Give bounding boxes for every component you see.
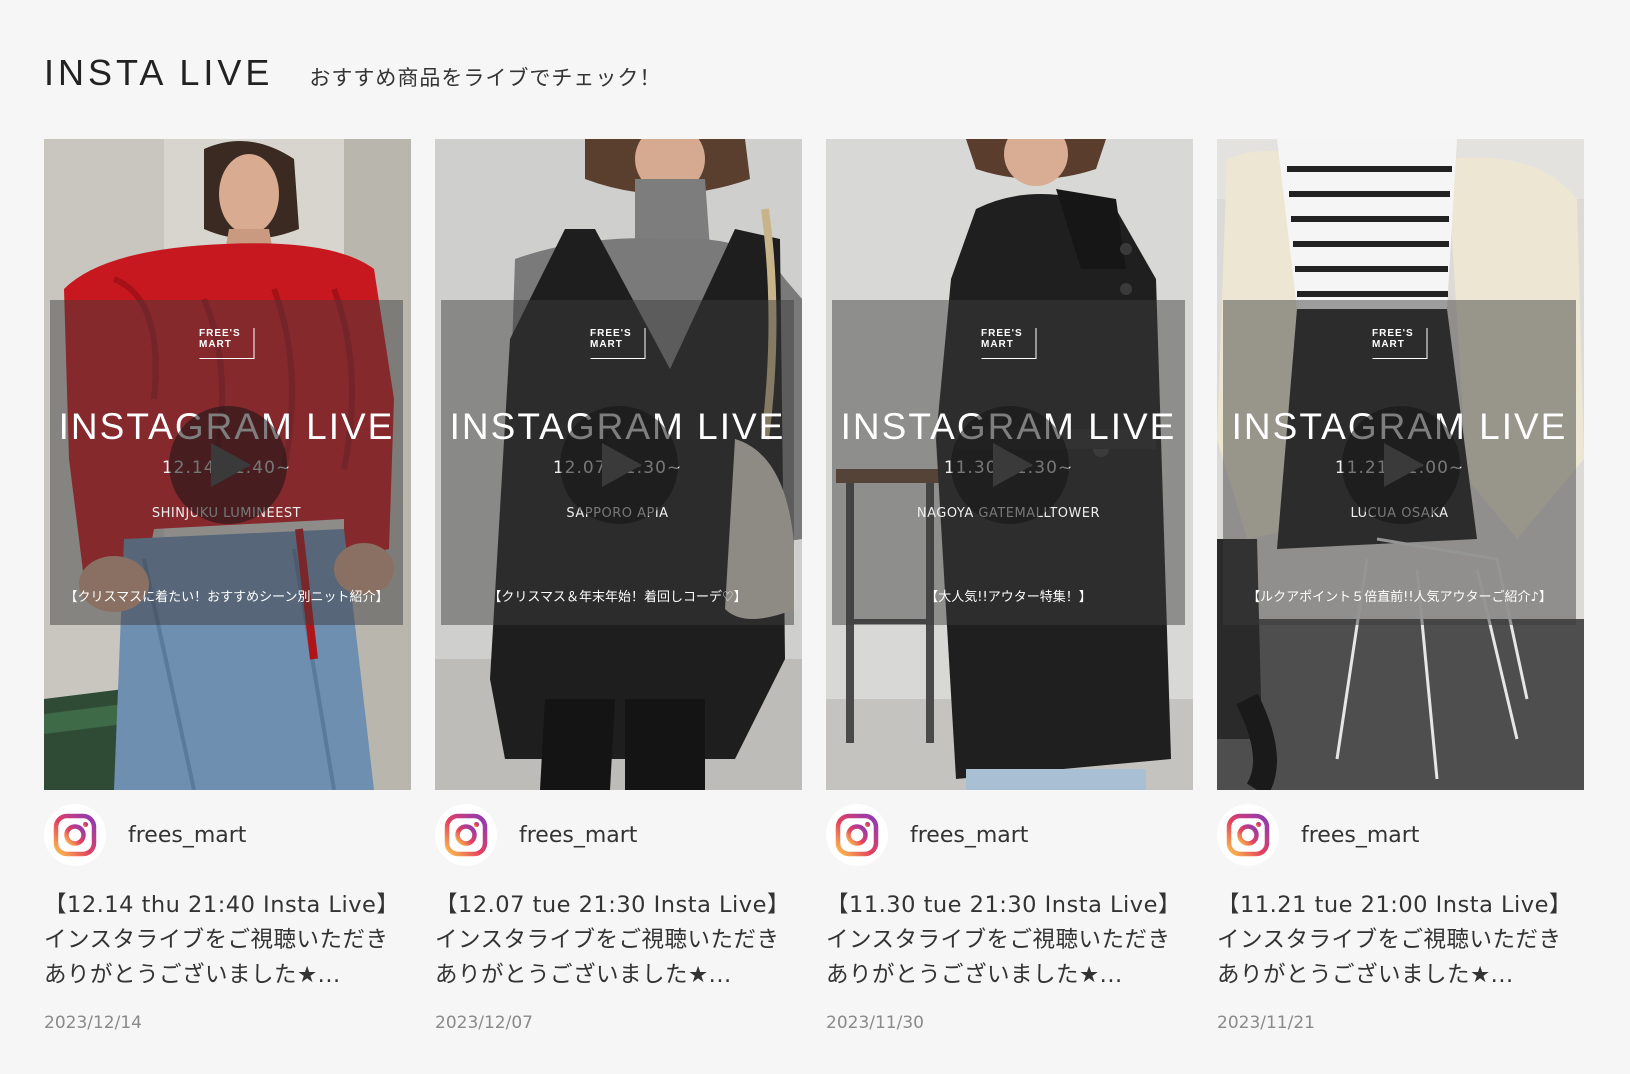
play-button[interactable] — [1341, 406, 1460, 524]
instagram-icon[interactable] — [1217, 804, 1279, 866]
live-card[interactable]: FREE'S MART INSTAGRAM LIVE 11.30 21:30~ … — [826, 139, 1193, 1033]
live-thumbnail[interactable]: FREE'S MART INSTAGRAM LIVE 12.07 21:30~ … — [435, 139, 802, 790]
account-name[interactable]: frees_mart — [1301, 823, 1419, 848]
live-card[interactable]: FREE'S MART INSTAGRAM LIVE 12.07 21:30~ … — [435, 139, 802, 1033]
play-icon — [992, 443, 1033, 487]
live-card[interactable]: FREE'S MART INSTAGRAM LIVE 12.14 21:40~ … — [44, 139, 411, 1033]
caption-line: 【12.07 tue 21:30 Insta Live】 — [435, 892, 790, 918]
instagram-icon[interactable] — [44, 804, 106, 866]
brand-logo: FREE'S MART — [590, 328, 645, 359]
live-card-list: FREE'S MART INSTAGRAM LIVE 12.14 21:40~ … — [44, 139, 1584, 1033]
post-date: 2023/12/07 — [435, 1013, 533, 1033]
live-thumbnail[interactable]: FREE'S MART INSTAGRAM LIVE 11.30 21:30~ … — [826, 139, 1193, 790]
section-title: INSTA LIVE — [44, 52, 274, 93]
play-icon — [210, 443, 251, 487]
live-thumbnail[interactable]: FREE'S MART INSTAGRAM LIVE 12.14 21:40~ … — [44, 139, 411, 790]
caption-line: ありがとうございました★... — [435, 962, 732, 988]
caption-line: インスタライブをご視聴いただき — [435, 927, 780, 953]
caption-line: ありがとうございました★... — [1217, 962, 1514, 988]
account-name[interactable]: frees_mart — [519, 823, 637, 848]
play-button[interactable] — [168, 406, 287, 524]
caption-line: インスタライブをご視聴いただき — [44, 927, 389, 953]
brand-logo: FREE'S MART — [199, 328, 254, 359]
caption-line: 【11.30 tue 21:30 Insta Live】 — [826, 892, 1181, 918]
account-row[interactable]: frees_mart — [435, 804, 802, 866]
live-caption[interactable]: 【12.07 tue 21:30 Insta Live】 インスタライブをご視聴… — [435, 888, 802, 993]
live-topic: 【大人気!!アウター特集！】 — [925, 590, 1092, 605]
play-button[interactable] — [559, 406, 678, 524]
brand-logo: FREE'S MART — [981, 328, 1036, 359]
caption-line: インスタライブをご視聴いただき — [1217, 927, 1562, 953]
account-row[interactable]: frees_mart — [826, 804, 1193, 866]
play-icon — [601, 443, 642, 487]
account-name[interactable]: frees_mart — [910, 823, 1028, 848]
instagram-icon[interactable] — [826, 804, 888, 866]
account-name[interactable]: frees_mart — [128, 823, 246, 848]
live-topic: 【ルクアポイント５倍直前!!人気アウターご紹介♪】 — [1247, 590, 1552, 605]
play-icon — [1383, 443, 1424, 487]
live-caption[interactable]: 【12.14 thu 21:40 Insta Live】 インスタライブをご視聴… — [44, 888, 411, 993]
post-date: 2023/11/30 — [826, 1013, 924, 1033]
caption-line: ありがとうございました★... — [826, 962, 1123, 988]
live-card[interactable]: FREE'S MART INSTAGRAM LIVE 11.21 21:00~ … — [1217, 139, 1584, 1033]
section-header: INSTA LIVE おすすめ商品をライブでチェック！ — [44, 52, 661, 94]
live-thumbnail[interactable]: FREE'S MART INSTAGRAM LIVE 11.21 21:00~ … — [1217, 139, 1584, 790]
caption-line: 【12.14 thu 21:40 Insta Live】 — [44, 892, 400, 918]
play-button[interactable] — [950, 406, 1069, 524]
brand-logo: FREE'S MART — [1372, 328, 1427, 359]
live-topic: 【クリスマスに着たい！おすすめシーン別ニット紹介】 — [64, 590, 389, 605]
account-row[interactable]: frees_mart — [44, 804, 411, 866]
live-caption[interactable]: 【11.21 tue 21:00 Insta Live】 インスタライブをご視聴… — [1217, 888, 1584, 993]
caption-line: 【11.21 tue 21:00 Insta Live】 — [1217, 892, 1572, 918]
caption-line: ありがとうございました★... — [44, 962, 341, 988]
post-date: 2023/11/21 — [1217, 1013, 1315, 1033]
instagram-icon[interactable] — [435, 804, 497, 866]
caption-line: インスタライブをご視聴いただき — [826, 927, 1171, 953]
live-topic: 【クリスマス＆年末年始！着回しコーデ♡】 — [488, 590, 747, 605]
post-date: 2023/12/14 — [44, 1013, 142, 1033]
section-subtitle: おすすめ商品をライブでチェック！ — [309, 66, 662, 90]
account-row[interactable]: frees_mart — [1217, 804, 1584, 866]
live-caption[interactable]: 【11.30 tue 21:30 Insta Live】 インスタライブをご視聴… — [826, 888, 1193, 993]
